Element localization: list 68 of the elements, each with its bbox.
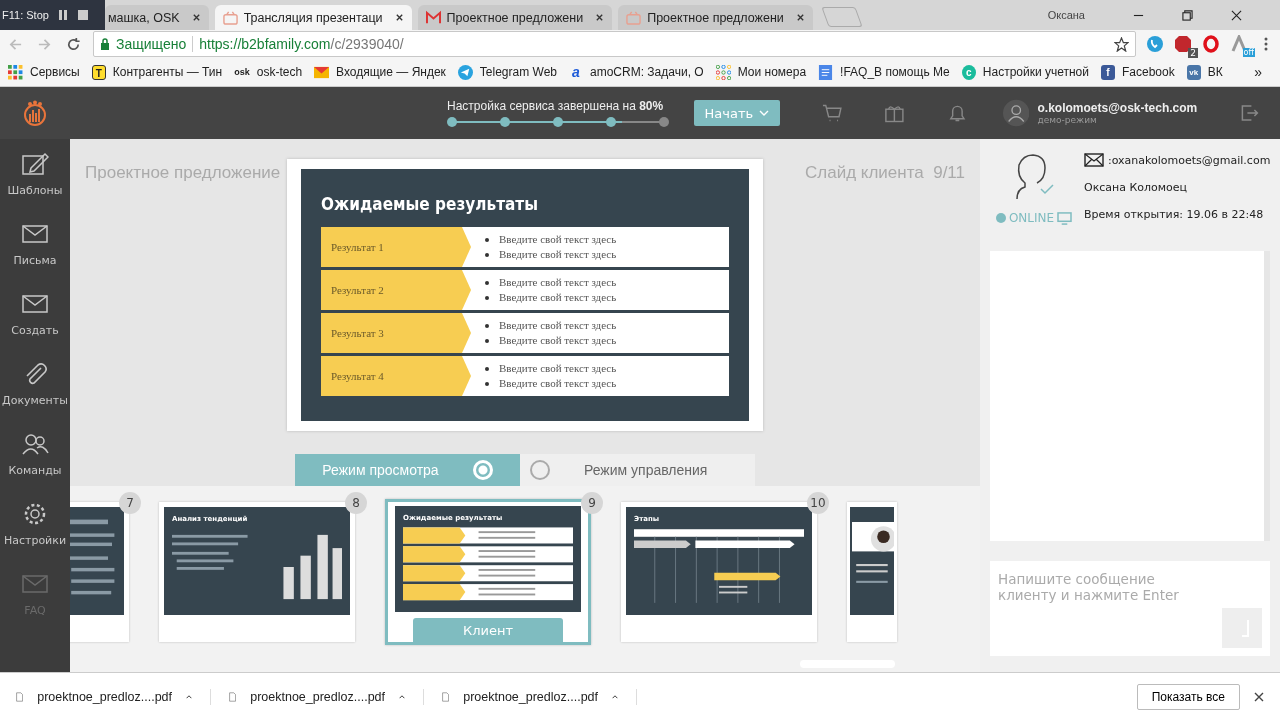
- presentation-title: Проектное предложение: [84, 162, 282, 184]
- status-label: ONLINE: [1008, 211, 1055, 225]
- result-label: Результат 1: [321, 227, 471, 267]
- sidebar-item[interactable]: Письма: [0, 209, 70, 279]
- bookmark[interactable]: a amoCRM: Задачи, О: [569, 64, 704, 80]
- bookmark[interactable]: vk ВК: [1186, 64, 1223, 80]
- slide-counter: Слайд клиента 9/11: [804, 162, 966, 184]
- download-item[interactable]: proektnoe_predloz....pdf: [442, 688, 637, 705]
- show-all-button[interactable]: Показать все: [1136, 683, 1240, 710]
- client-tag: Клиент: [413, 618, 563, 642]
- badge-count: 2: [1188, 48, 1198, 58]
- address-field[interactable]: Защищено https://b2bfamily.com/c/2939040/: [93, 31, 1136, 57]
- bookmark-logo: a: [571, 64, 581, 80]
- slide-number: 7: [119, 492, 141, 514]
- sidebar-item[interactable]: Создать: [0, 279, 70, 349]
- bookmark[interactable]: osk osk-tech: [234, 64, 303, 80]
- result-label: Результат 3: [321, 313, 471, 353]
- off-badge: off: [1242, 48, 1255, 57]
- profile-name[interactable]: Оксана: [1047, 9, 1085, 21]
- more-bookmarks-button[interactable]: »: [1254, 64, 1262, 80]
- recorder-label: F11: Stop: [2, 9, 49, 21]
- browser-tab[interactable]: машка, OSK: [105, 5, 209, 30]
- bookmark-logo: c: [961, 64, 976, 80]
- user-mode: демо-режим: [1037, 115, 1098, 125]
- sidebar-item[interactable]: Команды: [0, 419, 70, 489]
- sidebar-item[interactable]: Настройки: [0, 489, 70, 559]
- bookmark[interactable]: Сервисы: [8, 64, 80, 80]
- bookmark[interactable]: Telegram Web: [457, 64, 557, 80]
- bookmark-logo: vk: [1186, 64, 1201, 80]
- browser-tab[interactable]: Проектное предложени: [417, 5, 613, 30]
- bookmark[interactable]: Мои номера: [715, 64, 807, 80]
- user-email: o.kolomoets@osk-tech.com: [1037, 101, 1198, 115]
- download-item[interactable]: proektnoe_predloz....pdf: [229, 688, 424, 705]
- browser-tab[interactable]: Проектное предложени: [618, 5, 813, 30]
- result-label: Результат 4: [321, 356, 471, 396]
- bullet-text: Введите свой текст здесь: [499, 290, 617, 305]
- message-field[interactable]: Напишите сообщение клиенту и нажмите Enter: [990, 561, 1271, 656]
- bullet-text: Введите свой текст здесь: [499, 333, 617, 348]
- bookmark[interactable]: c Настройки учетной: [961, 64, 1089, 80]
- client-name: Оксана Коломоец: [1084, 181, 1189, 194]
- slide-number: 10: [807, 492, 829, 514]
- slide-title: Ожидаемые результаты: [321, 193, 539, 214]
- bookmark[interactable]: f Facebook: [1101, 64, 1175, 80]
- bullet-text: Введите свой текст здесь: [499, 318, 617, 333]
- secure-label: Защищено: [116, 36, 187, 52]
- bookmark-logo: f: [1101, 64, 1115, 80]
- bullet-text: Введите свой текст здесь: [499, 247, 617, 262]
- download-item[interactable]: proektnoe_predloz....pdf: [16, 688, 211, 705]
- browser-tab[interactable]: Трансляция презентаци: [214, 5, 412, 30]
- bullet-text: Введите свой текст здесь: [499, 376, 617, 391]
- bookmark-logo: osk: [234, 65, 250, 79]
- bookmark[interactable]: Входящие — Яндек: [314, 64, 446, 80]
- slide-number: 8: [345, 492, 367, 514]
- bookmark[interactable]: !FAQ_В помощь Ме: [818, 64, 950, 80]
- sidebar-item[interactable]: Документы: [0, 349, 70, 419]
- sidebar-item[interactable]: Шаблоны: [0, 139, 70, 209]
- progress-label: Настройка сервиса завершена на 80%: [447, 99, 665, 113]
- bookmark[interactable]: T Контрагенты — Тин: [91, 64, 223, 80]
- client-email: :oxanakolomoets@gmail.com: [1108, 153, 1271, 167]
- result-label: Результат 2: [321, 270, 471, 310]
- bullet-text: Введите свой текст здесь: [499, 232, 617, 247]
- bullet-text: Введите свой текст здесь: [499, 361, 617, 376]
- bookmark-logo: T: [91, 64, 106, 80]
- slide-number: 9: [581, 492, 603, 514]
- opened-time: Время открытия: 19.06 в 22:48: [1084, 208, 1265, 221]
- bullet-text: Введите свой текст здесь: [499, 275, 617, 290]
- url-text: https://b2bfamily.com/c/2939040/: [199, 36, 404, 52]
- mode-tab[interactable]: Режим управления: [520, 454, 755, 486]
